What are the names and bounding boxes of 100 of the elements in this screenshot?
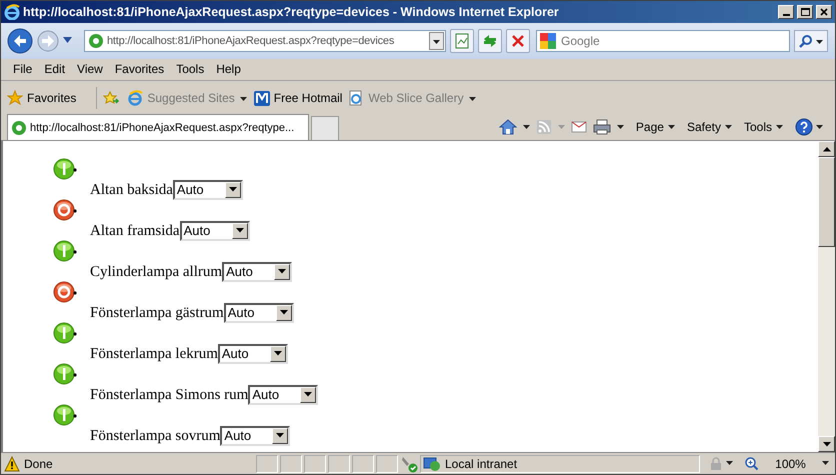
power-on-icon[interactable] [53, 158, 77, 180]
device-name: Fönsterlampa lekrum [90, 344, 218, 364]
menu-item[interactable]: File [7, 60, 38, 78]
dropdown-icon [724, 124, 732, 130]
dropdown-icon [274, 351, 282, 356]
command-menu-button[interactable]: Tools [744, 118, 783, 136]
favorites-button[interactable]: Favorites [7, 88, 76, 107]
home-icon[interactable] [498, 119, 517, 136]
power-on-icon[interactable] [53, 363, 77, 386]
maximize-icon [800, 6, 810, 17]
search-icon [798, 34, 812, 48]
status-pane [352, 454, 374, 473]
mode-dropdown[interactable]: Auto [224, 302, 294, 323]
dropdown-icon[interactable] [616, 124, 624, 130]
compatibility-icon [453, 32, 471, 50]
menu-item[interactable]: Tools [170, 60, 210, 78]
close-button[interactable] [816, 4, 832, 19]
mode-dropdown[interactable]: Auto [218, 344, 288, 364]
dropdown-icon [468, 94, 477, 102]
menu-item[interactable]: View [71, 60, 109, 78]
status-pane [256, 454, 278, 473]
star-icon [7, 90, 23, 106]
menu-item[interactable]: Edit [38, 60, 72, 78]
mode-dropdown[interactable]: Auto [180, 220, 250, 241]
scroll-arrow-icon [822, 442, 830, 447]
scrollbar[interactable] [818, 141, 835, 452]
close-icon [819, 6, 829, 17]
browser-logo-icon [127, 90, 144, 106]
stop-button[interactable] [506, 28, 530, 53]
address-field[interactable]: http://localhost:81/iPhoneAjaxRequest.aspx?reqtype=devices [84, 30, 446, 52]
zoom-icon [745, 456, 759, 471]
zone-text: Local intranet [445, 456, 518, 473]
power-on-icon[interactable] [53, 322, 77, 344]
status-pane [328, 454, 350, 473]
menu-item[interactable]: Favorites [108, 60, 170, 78]
dropdown-icon [822, 461, 829, 466]
power-on-icon[interactable] [53, 240, 77, 262]
web-slice-icon [348, 90, 364, 106]
device-name: Cylinderlampa allrum [90, 262, 222, 282]
command-menu-button[interactable]: Page [636, 118, 675, 136]
scroll-arrow-icon [822, 146, 830, 152]
printer-icon[interactable] [592, 119, 611, 136]
dropdown-icon [668, 124, 675, 130]
status-text: Done [24, 456, 53, 473]
mode-dropdown[interactable]: Auto [222, 262, 292, 282]
favorite-link[interactable]: Free Hotmail [254, 88, 342, 107]
dropdown-icon [776, 124, 783, 130]
device-name: Fönsterlampa gästrum [90, 304, 224, 323]
status-pane [304, 454, 326, 473]
dropdown-icon [276, 433, 284, 438]
minimize-icon [782, 14, 790, 16]
dropdown-icon [726, 461, 733, 466]
warning-icon [4, 456, 20, 472]
status-pane [280, 454, 302, 473]
browser-logo-icon [4, 4, 20, 20]
dropdown-icon [236, 228, 244, 234]
menu-item[interactable]: Help [210, 60, 247, 78]
dropdown-icon[interactable] [63, 37, 72, 44]
window-title: http://localhost:81/iPhoneAjaxRequest.aspx?reqtype=devices - Windows Internet Explorer [23, 4, 560, 21]
refresh-button[interactable] [478, 28, 502, 53]
dropdown-icon[interactable] [432, 37, 441, 44]
dropdown-icon [278, 269, 286, 274]
maximize-button[interactable] [797, 4, 813, 19]
mode-dropdown[interactable]: Auto [172, 180, 243, 200]
power-on-icon[interactable] [53, 404, 77, 426]
dropdown-icon [280, 310, 288, 316]
command-menu-button[interactable]: Safety [686, 118, 732, 136]
device-name: Fönsterlampa sovrum [90, 426, 220, 446]
device-name: Altan framsida [90, 222, 180, 241]
minimize-button[interactable] [778, 4, 794, 19]
compatibility-button[interactable] [450, 28, 474, 53]
device-name: Altan baksida [90, 180, 173, 200]
new-tab-button[interactable] [311, 116, 339, 140]
dropdown-icon [238, 94, 248, 102]
back-button[interactable] [7, 28, 33, 54]
browser-tab[interactable]: http://localhost:81/iPhoneAjaxRequest.aspx?reqtype... [7, 114, 309, 140]
mail-icon[interactable] [570, 120, 587, 134]
power-off-icon[interactable] [53, 281, 77, 304]
search-button[interactable] [794, 30, 828, 52]
help-button[interactable] [795, 118, 823, 136]
dropdown-icon [816, 124, 823, 130]
page-icon [11, 120, 27, 136]
status-pane [376, 454, 398, 473]
add-favorite-icon[interactable] [103, 90, 122, 106]
dropdown-icon [814, 37, 824, 44]
mode-dropdown[interactable]: Auto [220, 426, 290, 446]
mode-dropdown[interactable]: Auto [248, 384, 318, 405]
power-off-icon[interactable] [53, 199, 77, 222]
dropdown-icon [304, 392, 312, 398]
zoom-button[interactable]: 100% [742, 454, 832, 473]
m-logo-icon [254, 90, 270, 106]
page-icon [88, 32, 104, 49]
search-field[interactable]: Google [536, 30, 790, 52]
search-provider-icon [540, 32, 556, 49]
lock-icon [709, 456, 723, 471]
dropdown-icon[interactable] [522, 124, 530, 130]
protected-mode-icon [400, 454, 418, 473]
device-name: Fönsterlampa Simons rum [90, 386, 248, 405]
dropdown-icon [228, 187, 237, 192]
forward-button[interactable] [37, 30, 59, 52]
